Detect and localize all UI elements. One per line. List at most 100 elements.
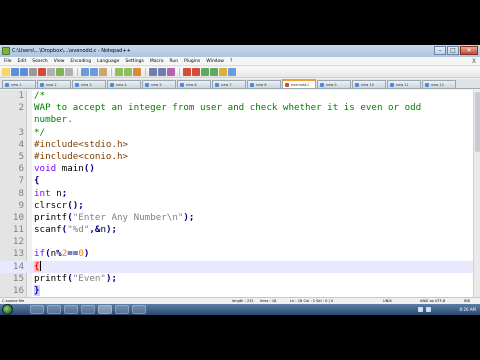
- wrap-icon[interactable]: [183, 68, 191, 76]
- code-token: );: [105, 272, 118, 284]
- taskbar-media-icon[interactable]: [64, 305, 78, 314]
- cut-icon[interactable]: [65, 68, 73, 76]
- undo-icon[interactable]: [99, 68, 107, 76]
- code-text: */: [34, 127, 45, 139]
- document-tab[interactable]: evenodd.c: [282, 79, 316, 88]
- code-line[interactable]: 12: [0, 236, 480, 248]
- volume-icon[interactable]: [426, 307, 431, 312]
- code-token: n: [50, 187, 62, 199]
- new-file-icon[interactable]: [2, 68, 10, 76]
- sync-scroll-icon[interactable]: [167, 68, 175, 76]
- menu-item[interactable]: Plugins: [184, 59, 200, 64]
- document-tab[interactable]: new 1: [2, 80, 36, 88]
- code-token: "Enter Any Number\n": [72, 211, 184, 223]
- vertical-scrollbar[interactable]: [473, 90, 480, 297]
- menu-item[interactable]: Search: [32, 59, 47, 64]
- show-all-icon[interactable]: [192, 68, 200, 76]
- copy-icon[interactable]: [81, 68, 89, 76]
- file-status-icon: [75, 82, 79, 87]
- close-all-icon[interactable]: [47, 68, 55, 76]
- scrollbar-thumb[interactable]: [475, 92, 480, 152]
- code-line[interactable]: 11 scanf("%d",&n);: [0, 224, 480, 236]
- redo-icon[interactable]: [115, 68, 123, 76]
- indent-guide-icon[interactable]: [201, 68, 209, 76]
- separator: [145, 68, 146, 76]
- taskbar-app-icon[interactable]: [115, 305, 129, 314]
- close-button[interactable]: ✕: [460, 46, 478, 55]
- code-line[interactable]: 4 #include<stdio.h>: [0, 139, 480, 151]
- menu-item[interactable]: Macro: [150, 59, 164, 64]
- close-document-icon[interactable]: X: [472, 57, 476, 66]
- menu-item[interactable]: Language: [97, 59, 119, 64]
- code-line[interactable]: 3 */: [0, 127, 480, 139]
- line-number: 1: [18, 90, 24, 101]
- minimize-button[interactable]: –: [434, 46, 446, 55]
- code-editor[interactable]: 1 /* 2 WAP to accept an integer from user a…: [0, 90, 480, 297]
- code-line[interactable]: 5 #include<conio.h>: [0, 151, 480, 163]
- system-clock[interactable]: 8:26 AM: [460, 304, 476, 315]
- line-number: 16: [12, 285, 24, 296]
- taskbar-explorer-icon[interactable]: [30, 305, 44, 314]
- tab-label: new 12: [431, 82, 444, 87]
- find-icon[interactable]: [124, 68, 132, 76]
- document-tab[interactable]: new 6: [177, 80, 211, 88]
- line-number: 4: [18, 138, 24, 150]
- document-tab[interactable]: new 7: [212, 80, 246, 88]
- line-number: 3: [18, 126, 24, 138]
- current-code-line[interactable]: 14 {: [0, 260, 480, 273]
- document-tab[interactable]: new 2: [37, 80, 71, 88]
- code-line[interactable]: 13 if(n%2==0): [0, 248, 480, 260]
- save-icon[interactable]: [20, 68, 28, 76]
- network-icon[interactable]: [418, 307, 423, 312]
- print-icon[interactable]: [56, 68, 64, 76]
- open-file-icon[interactable]: [11, 68, 19, 76]
- menu-item[interactable]: Window: [206, 59, 224, 64]
- run-icon[interactable]: [228, 68, 236, 76]
- save-all-icon[interactable]: [29, 68, 37, 76]
- tab-label: new 11: [396, 82, 409, 87]
- document-tab[interactable]: new 11: [387, 80, 421, 88]
- replace-icon[interactable]: [133, 68, 141, 76]
- menu-item[interactable]: Encoding: [70, 59, 91, 64]
- code-line[interactable]: 8 int n;: [0, 188, 480, 200]
- code-line[interactable]: number.: [0, 114, 480, 126]
- code-line[interactable]: 10 printf("Enter Any Number\n");: [0, 212, 480, 224]
- code-token: number.: [34, 114, 73, 126]
- code-token: if: [34, 248, 46, 260]
- document-tab[interactable]: new 8: [247, 80, 281, 88]
- code-line[interactable]: 2 WAP to accept an integer from user and …: [0, 102, 480, 114]
- macro-play-icon[interactable]: [219, 68, 227, 76]
- menu-item[interactable]: File: [4, 59, 12, 64]
- code-line[interactable]: 7{: [0, 175, 480, 187]
- document-tab[interactable]: new 3: [72, 80, 106, 88]
- taskbar-browser-icon[interactable]: [47, 305, 61, 314]
- menu-item[interactable]: Edit: [18, 59, 27, 64]
- code-line[interactable]: 16}: [0, 285, 480, 297]
- macro-record-icon[interactable]: [210, 68, 218, 76]
- document-tab[interactable]: new 12: [422, 80, 456, 88]
- zoom-out-icon[interactable]: [158, 68, 166, 76]
- code-line[interactable]: 9 clrscr();: [0, 200, 480, 212]
- document-tab[interactable]: new 10: [352, 80, 386, 88]
- taskbar-app-icon[interactable]: [81, 305, 95, 314]
- close-icon[interactable]: [38, 68, 46, 76]
- paste-icon[interactable]: [90, 68, 98, 76]
- code-token: #include<stdio.h>: [34, 138, 129, 150]
- menu-item[interactable]: ?: [230, 59, 232, 64]
- taskbar-app-icon[interactable]: [132, 305, 146, 314]
- start-button-icon[interactable]: [2, 304, 13, 315]
- menu-item[interactable]: Run: [169, 59, 178, 64]
- document-tab[interactable]: new 4: [107, 80, 141, 88]
- title-bar[interactable]: C:\Users\...\Dropbox\...\evenodd.c - Not…: [0, 45, 480, 57]
- zoom-in-icon[interactable]: [149, 68, 157, 76]
- maximize-button[interactable]: □: [447, 46, 459, 55]
- code-line[interactable]: 15 printf("Even");: [0, 273, 480, 285]
- menu-item[interactable]: View: [54, 59, 65, 64]
- taskbar-notepad-plus-plus-icon[interactable]: [98, 305, 112, 314]
- code-line[interactable]: 6 void main(): [0, 163, 480, 175]
- file-status-icon: [250, 82, 254, 87]
- document-tab[interactable]: new 9: [317, 80, 351, 88]
- document-tab[interactable]: new 5: [142, 80, 176, 88]
- code-line[interactable]: 1 /*: [0, 90, 480, 102]
- menu-item[interactable]: Settings: [125, 59, 143, 64]
